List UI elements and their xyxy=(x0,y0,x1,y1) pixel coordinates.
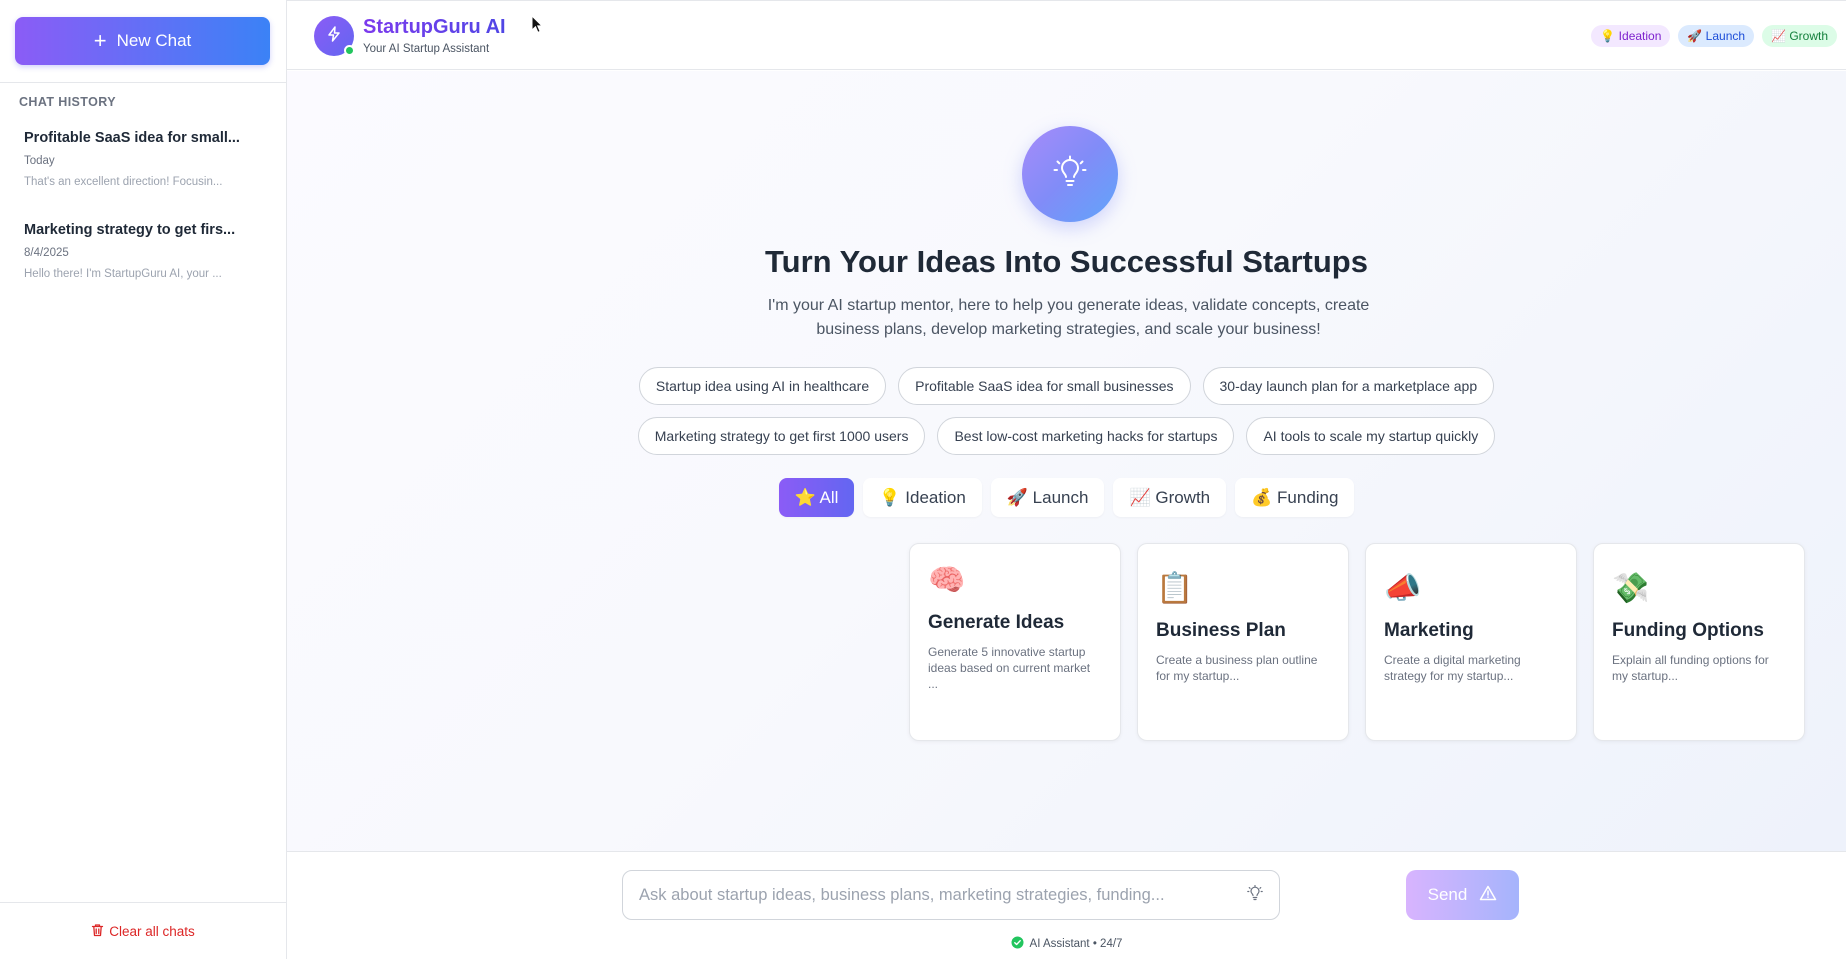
chat-history-preview: That's an excellent direction! Focusin..… xyxy=(24,176,223,188)
card-description: Create a business plan outline for my st… xyxy=(1156,653,1318,683)
main-content: Turn Your Ideas Into Successful Startups… xyxy=(287,71,1846,851)
mouse-cursor-icon xyxy=(531,14,544,39)
card-title: Generate Ideas xyxy=(928,612,1065,633)
filter-all[interactable]: ⭐ All xyxy=(778,478,855,517)
assistant-status: AI Assistant • 24/7 xyxy=(287,936,1846,952)
filter-ideation[interactable]: 💡 Ideation xyxy=(863,478,982,517)
header-tags: 💡 Ideation 🚀 Launch 📈 Growth xyxy=(1591,25,1837,47)
clipboard-icon: 📋 xyxy=(1156,572,1194,605)
filter-launch[interactable]: 🚀 Launch xyxy=(990,478,1105,517)
lightbulb-icon xyxy=(1053,155,1087,194)
send-button[interactable]: Send xyxy=(1406,870,1519,920)
chat-history-date: 8/4/2025 xyxy=(24,247,69,259)
lightbulb-icon[interactable] xyxy=(1247,884,1263,906)
card-title: Funding Options xyxy=(1612,620,1764,641)
chat-input-area: Send AI Assistant • 24/7 xyxy=(287,851,1846,959)
lightning-icon xyxy=(325,25,343,48)
header-tag-growth[interactable]: 📈 Growth xyxy=(1762,25,1837,47)
trash-icon xyxy=(91,923,104,940)
send-label: Send xyxy=(1427,885,1468,904)
suggested-prompt[interactable]: Best low-cost marketing hacks for startu… xyxy=(937,417,1235,455)
plus-icon: + xyxy=(93,28,107,53)
new-chat-label: New Chat xyxy=(116,31,192,50)
card-business-plan[interactable]: 📋 Business Plan Create a business plan o… xyxy=(1137,543,1349,741)
suggested-prompts-row-1: Startup idea using AI in healthcare Prof… xyxy=(287,367,1846,405)
filter-funding[interactable]: 💰 Funding xyxy=(1235,478,1355,517)
card-title: Business Plan xyxy=(1156,620,1286,641)
send-icon xyxy=(1479,885,1497,906)
suggested-prompt[interactable]: 30-day launch plan for a marketplace app xyxy=(1202,367,1495,405)
suggested-prompt[interactable]: Profitable SaaS idea for small businesse… xyxy=(898,367,1191,405)
chat-history-title: Profitable SaaS idea for small... xyxy=(24,130,240,146)
card-funding-options[interactable]: 💸 Funding Options Explain all funding op… xyxy=(1593,543,1805,741)
top-header: StartupGuru AI Your AI Startup Assistant… xyxy=(287,0,1846,70)
quick-action-cards: 🧠 Generate Ideas Generate 5 innovative s… xyxy=(909,543,1805,741)
suggested-prompts-row-2: Marketing strategy to get first 1000 use… xyxy=(287,417,1846,455)
filter-growth[interactable]: 📈 Growth xyxy=(1113,478,1227,517)
app-logo xyxy=(314,16,355,56)
clear-chats-label: Clear all chats xyxy=(109,923,195,939)
card-generate-ideas[interactable]: 🧠 Generate Ideas Generate 5 innovative s… xyxy=(909,543,1121,741)
hero-lightbulb xyxy=(1022,126,1118,222)
header-tag-ideation[interactable]: 💡 Ideation xyxy=(1591,25,1671,47)
suggested-prompt[interactable]: Startup idea using AI in healthcare xyxy=(638,367,887,405)
money-icon: 💸 xyxy=(1612,572,1650,605)
card-marketing[interactable]: 📣 Marketing Create a digital marketing s… xyxy=(1365,543,1577,741)
card-title: Marketing xyxy=(1384,620,1474,641)
new-chat-button[interactable]: + New Chat xyxy=(15,17,270,65)
sidebar-divider xyxy=(0,82,286,83)
online-status-dot xyxy=(344,45,355,56)
chat-history-title: Marketing strategy to get firs... xyxy=(24,222,236,238)
chat-history-item[interactable]: Marketing strategy to get firs... 8/4/20… xyxy=(12,222,274,280)
app-title: StartupGuru AI xyxy=(363,16,506,38)
chat-input[interactable] xyxy=(639,885,1247,905)
chat-input-box xyxy=(622,870,1280,920)
hero-title: Turn Your Ideas Into Successful Startups xyxy=(765,244,1368,279)
megaphone-icon: 📣 xyxy=(1384,572,1422,605)
card-description: Create a digital marketing strategy for … xyxy=(1384,653,1521,683)
sidebar-footer: Clear all chats xyxy=(0,902,286,959)
check-circle-icon xyxy=(1011,936,1024,952)
card-description: Explain all funding options for my start… xyxy=(1612,653,1769,683)
category-filters: ⭐ All 💡 Ideation 🚀 Launch 📈 Growth 💰 Fun… xyxy=(287,478,1846,517)
chat-history-preview: Hello there! I'm StartupGuru AI, your ..… xyxy=(24,268,222,280)
chat-history-item[interactable]: Profitable SaaS idea for small... Today … xyxy=(12,130,274,188)
app-subtitle: Your AI Startup Assistant xyxy=(363,43,490,55)
suggested-prompt[interactable]: Marketing strategy to get first 1000 use… xyxy=(637,417,926,455)
header-tag-launch[interactable]: 🚀 Launch xyxy=(1678,25,1755,47)
hero-subtitle: I'm your AI startup mentor, here to help… xyxy=(767,297,1370,338)
card-description: Generate 5 innovative startup ideas base… xyxy=(928,645,1091,691)
sidebar: + New Chat CHAT HISTORY Profitable SaaS … xyxy=(0,0,287,959)
chat-history-date: Today xyxy=(24,155,55,167)
clear-chats-button[interactable]: Clear all chats xyxy=(91,923,195,940)
assistant-status-text: AI Assistant • 24/7 xyxy=(1029,938,1123,950)
brain-icon: 🧠 xyxy=(928,564,966,597)
chat-history-heading: CHAT HISTORY xyxy=(19,95,116,109)
suggested-prompt[interactable]: AI tools to scale my startup quickly xyxy=(1246,417,1496,455)
